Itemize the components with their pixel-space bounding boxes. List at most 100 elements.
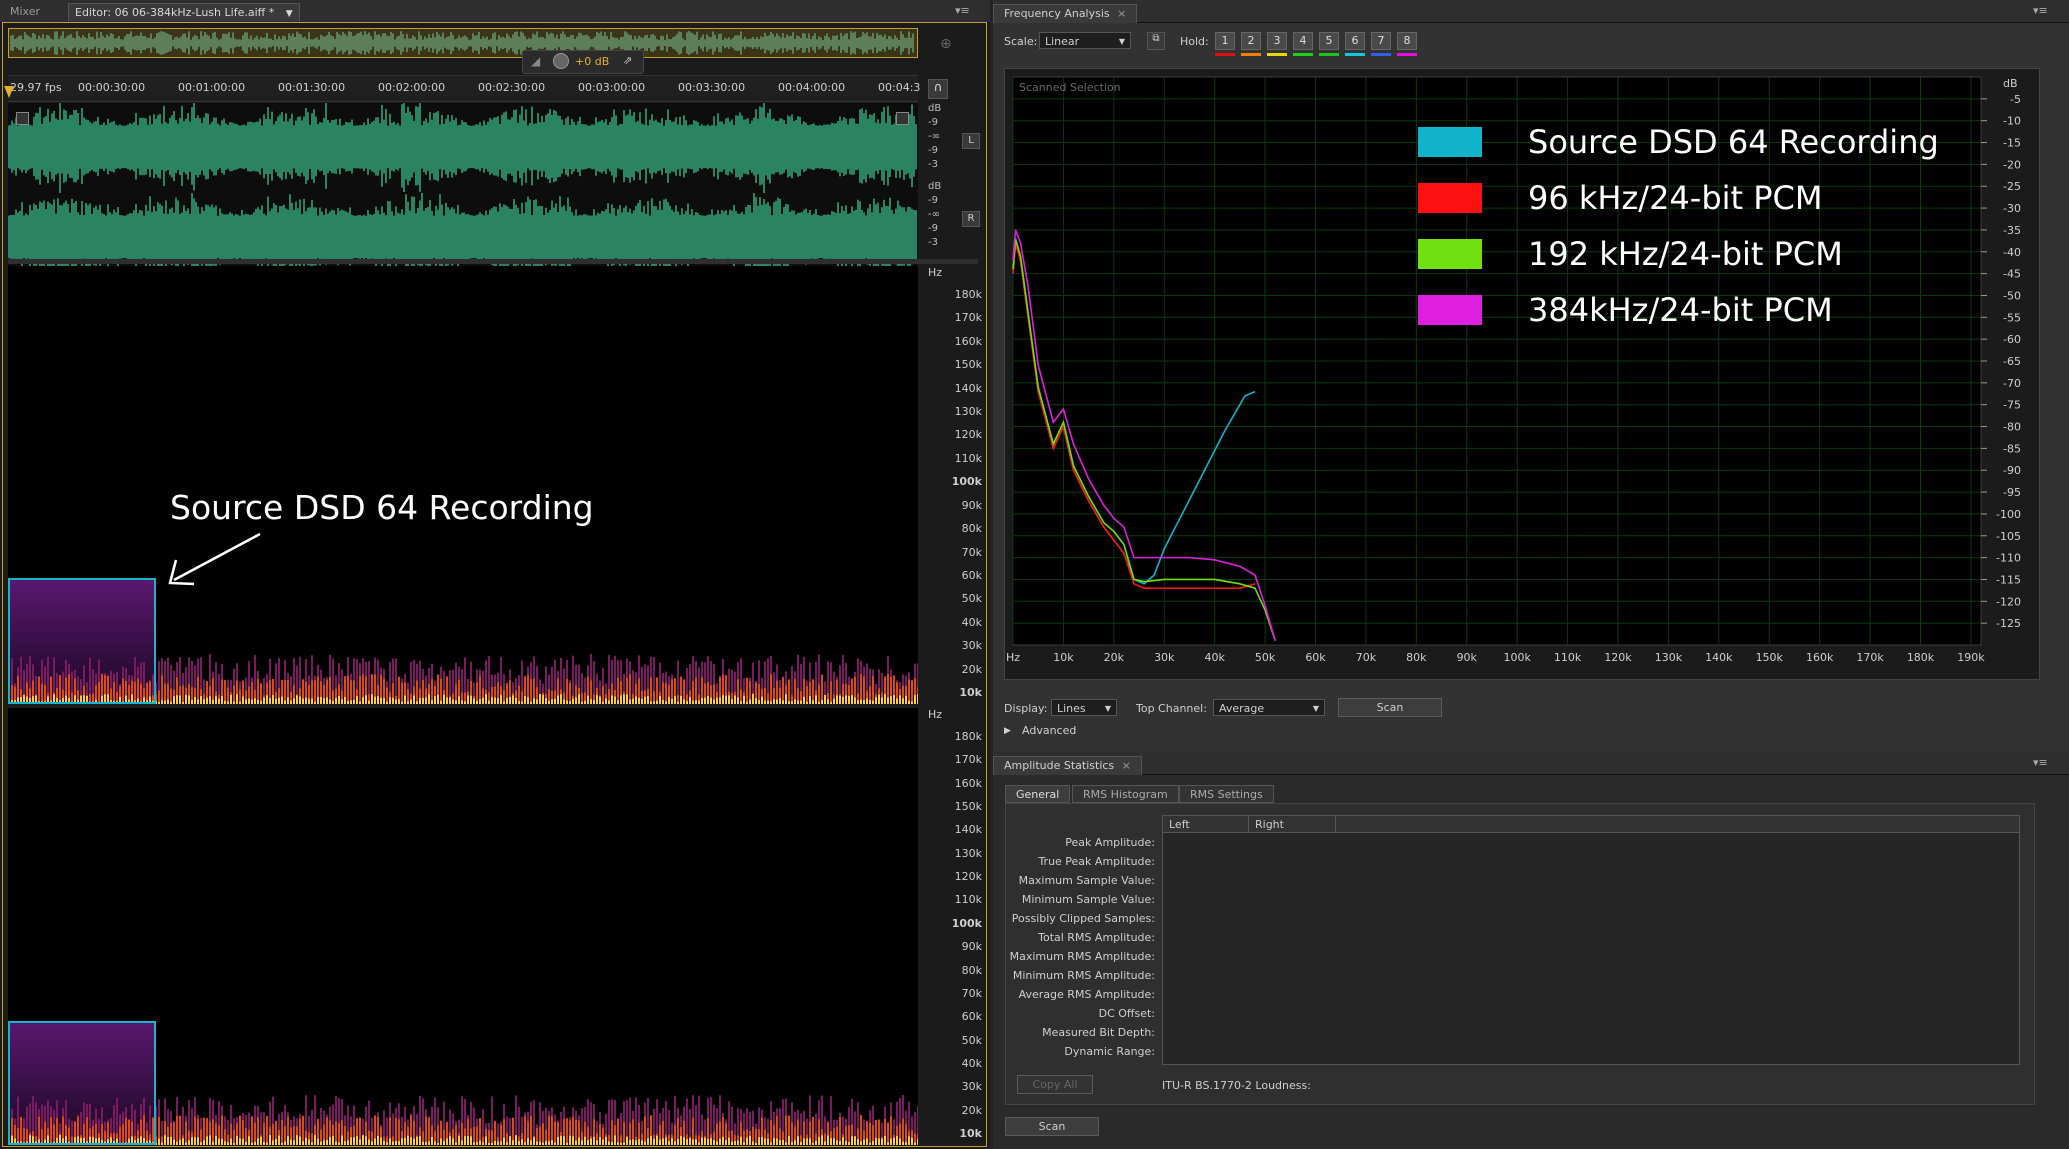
hold-button-6[interactable]: 6 xyxy=(1345,32,1365,50)
hz-unit: Hz xyxy=(928,266,943,279)
hold-button-5[interactable]: 5 xyxy=(1319,32,1339,50)
copy-icon[interactable]: ⧉ xyxy=(1147,32,1165,50)
copy-all-button[interactable]: Copy All xyxy=(1017,1075,1093,1094)
hz-tick: 10k xyxy=(959,686,982,699)
timeline-ruler[interactable]: 29.97 fps 00:00:30:00 00:01:00:00 00:01:… xyxy=(8,75,920,102)
panel-menu-icon[interactable]: ▾≡ xyxy=(2033,756,2048,769)
legend-swatch xyxy=(1418,239,1482,269)
hz-tick: 30k xyxy=(961,1080,982,1094)
chevron-down-icon: ▼ xyxy=(1312,704,1319,713)
channel-left-toggle[interactable]: L xyxy=(962,133,980,149)
advanced-label[interactable]: Advanced xyxy=(1022,724,1076,737)
x-tick-label: 110k xyxy=(1554,651,1582,664)
y-tick-label: -105 xyxy=(1996,530,2021,543)
channel-right-toggle[interactable]: R xyxy=(962,211,980,227)
hz-tick: 20k xyxy=(961,1103,982,1117)
legend-label: 96 kHz/24-bit PCM xyxy=(1528,179,1823,217)
scale-dropdown[interactable]: Linear ▼ xyxy=(1039,32,1131,49)
time-tick: 00:03:30:00 xyxy=(678,81,746,94)
overview-waveform[interactable] xyxy=(8,28,918,58)
hz-tick: 160k xyxy=(954,776,982,790)
hz-tick: 120k xyxy=(954,428,982,442)
y-tick-label: -75 xyxy=(2003,399,2021,412)
hold-button-4[interactable]: 4 xyxy=(1293,32,1313,50)
stat-row-label: Average RMS Amplitude: xyxy=(1018,988,1155,1001)
spectral-view-left[interactable] xyxy=(8,266,918,704)
close-icon[interactable]: × xyxy=(1122,759,1131,772)
fade-out-handle-icon[interactable] xyxy=(896,112,909,125)
time-tick: 00:02:00:00 xyxy=(378,81,446,94)
time-tick: 00:01:00:00 xyxy=(178,81,246,94)
y-tick-label: -25 xyxy=(2003,180,2021,193)
view-divider[interactable] xyxy=(8,259,978,264)
zoom-icon[interactable]: ⊕ xyxy=(940,36,952,52)
tab-general[interactable]: General xyxy=(1005,785,1071,803)
x-tick-label: 50k xyxy=(1255,651,1276,664)
db-tick: -9 xyxy=(928,117,938,128)
headphones-icon[interactable]: ∩ xyxy=(928,79,948,99)
tab-rms-settings[interactable]: RMS Settings xyxy=(1179,785,1274,803)
freq-tabbar xyxy=(993,0,2069,23)
annotation-arrow xyxy=(168,532,261,586)
hold-color-swatch xyxy=(1293,53,1313,56)
top-channel-dropdown[interactable]: Average ▼ xyxy=(1213,699,1325,716)
panel-menu-icon[interactable]: ▾≡ xyxy=(955,4,970,17)
close-icon[interactable]: × xyxy=(1117,7,1126,20)
hold-color-swatch xyxy=(1267,53,1287,56)
y-tick-label: -90 xyxy=(2003,464,2021,477)
y-tick-label: -125 xyxy=(1996,617,2021,630)
tab-editor[interactable]: Editor: 06 06-384kHz-Lush Life.aiff * ▼ xyxy=(68,3,300,21)
loudness-label: ITU-R BS.1770-2 Loudness: xyxy=(1162,1079,1311,1092)
hz-tick: 100k xyxy=(951,475,982,489)
amp-scan-button[interactable]: Scan xyxy=(1005,1117,1099,1136)
hud-volume[interactable]: ◢ +0 dB ⇗ xyxy=(522,50,644,74)
y-tick-label: -85 xyxy=(2003,442,2021,455)
hz-tick: 20k xyxy=(961,662,982,676)
hz-tick: 30k xyxy=(961,639,982,653)
amp-title-text: Amplitude Statistics xyxy=(1004,759,1115,772)
expand-arrow-icon[interactable]: ▶ xyxy=(1004,726,1011,736)
dropdown-arrow-icon[interactable]: ▼ xyxy=(286,9,293,19)
hz-tick: 70k xyxy=(961,986,982,1000)
hold-button-8[interactable]: 8 xyxy=(1397,32,1417,50)
volume-value: +0 dB xyxy=(575,55,610,68)
stat-row-label: Total RMS Amplitude: xyxy=(1038,931,1155,944)
stat-row-label: Maximum RMS Amplitude: xyxy=(1009,950,1155,963)
panel-menu-icon[interactable]: ▾≡ xyxy=(2033,4,2048,17)
amp-panel-title[interactable]: Amplitude Statistics × xyxy=(993,756,1142,775)
hold-button-7[interactable]: 7 xyxy=(1371,32,1391,50)
hold-button-2[interactable]: 2 xyxy=(1241,32,1261,50)
stats-table: Left Right xyxy=(1162,815,2020,1065)
y-tick-label: -5 xyxy=(2010,93,2021,106)
hold-button-3[interactable]: 3 xyxy=(1267,32,1287,50)
fade-in-handle-icon[interactable] xyxy=(16,112,29,125)
x-tick-label: 10k xyxy=(1053,651,1074,664)
y-tick-label: -15 xyxy=(2003,137,2021,150)
freq-panel-title[interactable]: Frequency Analysis × xyxy=(993,4,1138,23)
y-tick-label: -110 xyxy=(1996,552,2021,565)
x-tick-label: 180k xyxy=(1907,651,1935,664)
hz-tick: 150k xyxy=(954,800,982,814)
hold-color-swatch xyxy=(1241,53,1261,56)
display-dropdown[interactable]: Lines ▼ xyxy=(1051,699,1117,716)
waveform-left-graphic xyxy=(7,96,917,195)
x-tick-label: 160k xyxy=(1806,651,1834,664)
hold-button-1[interactable]: 1 xyxy=(1215,32,1235,50)
spectral-view-right[interactable] xyxy=(8,708,918,1145)
scan-button[interactable]: Scan xyxy=(1338,698,1442,717)
display-label: Display: xyxy=(1004,702,1048,715)
volume-knob-icon[interactable] xyxy=(553,53,569,69)
hz-tick: 130k xyxy=(954,405,982,419)
x-tick-label: Hz xyxy=(1006,651,1020,664)
waveform-left-channel[interactable] xyxy=(7,96,918,195)
tab-mixer[interactable]: Mixer xyxy=(4,3,46,20)
annotation-label: Source DSD 64 Recording xyxy=(170,488,594,527)
frequency-chart[interactable]: Hz 10k 20k 30k 40k 50k 60k 70k 80k 90k 100k 110k 120… xyxy=(1004,68,2040,680)
y-unit-label: dB xyxy=(2003,77,2018,90)
x-tick-label: 30k xyxy=(1154,651,1175,664)
y-tick-label: -40 xyxy=(2003,246,2021,259)
y-tick-label: -115 xyxy=(1996,573,2021,586)
tab-rms-histogram[interactable]: RMS Histogram xyxy=(1072,785,1179,803)
hz-tick: 70k xyxy=(961,545,982,559)
pin-icon[interactable]: ⇗ xyxy=(623,54,632,67)
